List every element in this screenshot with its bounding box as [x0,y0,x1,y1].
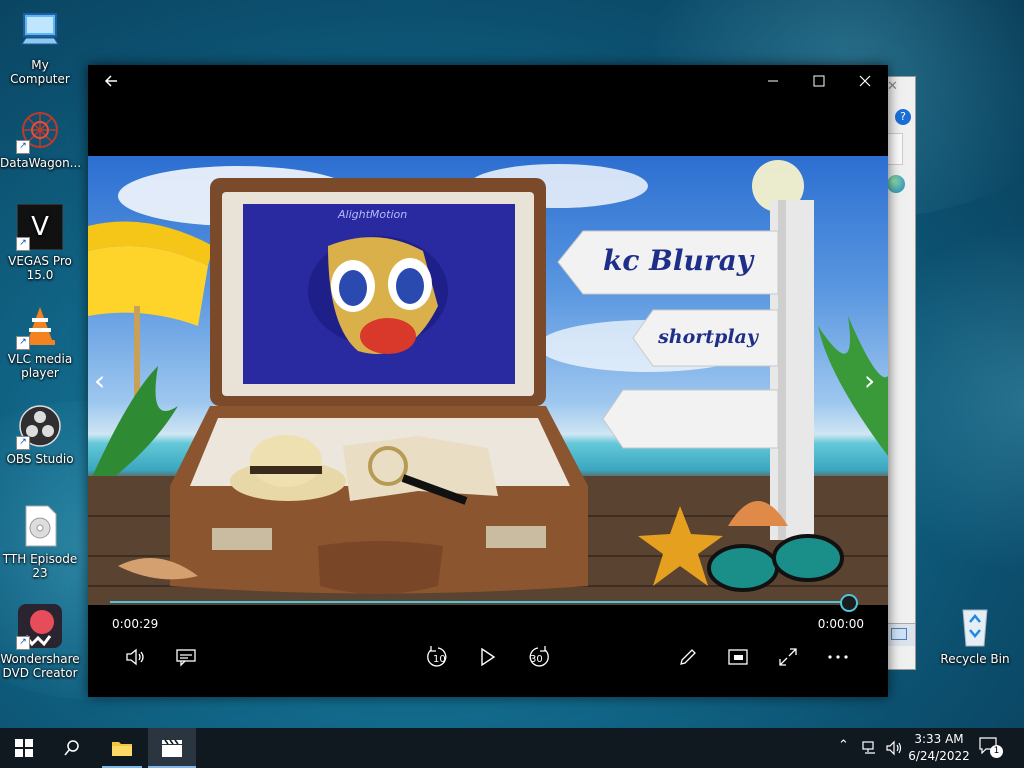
shortcut-arrow-icon: ↗ [16,636,30,650]
play-button[interactable] [474,643,502,671]
taskbar-file-explorer[interactable] [98,728,146,768]
desktop-icon-label: TTH Episode 23 [2,552,78,580]
clapperboard-icon [162,739,182,757]
desktop-icon-label: Wondershare DVD Creator [0,652,80,680]
action-center-button[interactable]: 1 [978,736,1006,760]
view-icon[interactable] [891,628,907,640]
shortcut-arrow-icon: ↗ [16,140,30,154]
taskbar: ⌃ 3:33 AM 6/24/2022 1 [0,728,1024,768]
speaker-icon[interactable] [886,740,904,760]
sign-subtitle: shortplay [658,326,758,348]
more-icon [828,655,848,659]
wondershare-icon: ↗ [16,604,62,650]
close-icon[interactable]: ✕ [887,79,898,94]
vlc-icon: ↗ [16,304,62,350]
maximize-button[interactable] [796,65,842,97]
folder-icon [112,742,132,756]
forward-label: 30 [530,654,543,665]
edit-button[interactable] [674,643,702,671]
datawagon-icon: ↗ [16,108,62,154]
media-player-window[interactable]: AlightMotion kc Bluray shortplay ‹ › 0:0… [88,65,888,697]
close-button[interactable] [842,65,888,97]
title-bar [88,65,888,97]
total-time: 0:00:00 [817,617,864,631]
network-icon[interactable] [862,740,878,759]
seek-bar-thumb[interactable] [839,594,858,612]
desktop-icon-vlc[interactable]: ↗ VLC media player [0,304,80,380]
desktop-icon-label: DataWagon... [0,156,82,170]
taskbar-media-player[interactable] [148,728,196,768]
desktop-icon-wondershare[interactable]: ↗ Wondershare DVD Creator [0,604,80,680]
video-scene [88,160,888,605]
desktop-icon-tth-episode[interactable]: TTH Episode 23 [0,504,80,580]
rewind-button[interactable]: 10 [424,643,452,671]
clock-time[interactable]: 3:33 AM [908,732,970,746]
desktop-icon-my-computer[interactable]: My Computer [0,10,80,86]
captions-button[interactable] [172,643,200,671]
obs-icon: ↗ [16,404,62,450]
desktop-icon-label: OBS Studio [6,452,74,466]
minimize-icon [768,80,778,82]
shortcut-arrow-icon: ↗ [16,436,30,450]
prev-arrow-icon[interactable]: ‹ [94,364,105,397]
windows-logo-icon [15,739,33,757]
desktop-icon-label: Recycle Bin [940,652,1010,666]
playback-controls: 0:00:29 0:00:00 10 30 [88,594,888,697]
show-hidden-icons-button[interactable]: ⌃ [838,738,849,753]
maximize-icon [813,75,825,87]
fast-forward-button[interactable]: 30 [524,643,552,671]
desktop-icon-label: VEGAS Pro 15.0 [8,254,72,282]
seek-bar[interactable] [110,594,858,612]
close-icon [859,75,871,87]
desktop-icon-recycle-bin[interactable]: Recycle Bin [935,604,1015,666]
globe-icon [887,175,905,193]
video-frame[interactable]: AlightMotion kc Bluray shortplay ‹ › [88,156,888,605]
start-button[interactable] [0,728,48,768]
next-arrow-icon[interactable]: › [864,364,875,397]
desktop-icon-vegas[interactable]: V ↗ VEGAS Pro 15.0 [0,204,80,282]
shortcut-arrow-icon: ↗ [16,237,30,251]
shortcut-arrow-icon: ↗ [16,336,30,350]
back-arrow-icon [104,75,117,87]
desktop-icon-label: My Computer [10,58,70,86]
desktop-icon-label: VLC media player [7,352,73,380]
sign-title: kc Bluray [602,244,754,277]
fullscreen-icon [779,648,797,666]
disc-file-icon [18,504,62,548]
fullscreen-button[interactable] [774,643,802,671]
help-icon[interactable]: ? [895,109,911,125]
current-time: 0:00:29 [112,617,159,631]
desktop-icon-obs[interactable]: ↗ OBS Studio [0,404,80,466]
vegas-icon: V ↗ [16,204,63,251]
notification-badge: 1 [990,745,1003,758]
recycle-bin-icon [953,604,997,648]
play-icon [481,647,496,667]
search-button[interactable] [48,728,96,768]
back-button[interactable] [88,65,134,97]
video-watermark: AlightMotion [338,208,408,221]
volume-button[interactable] [122,643,150,671]
clock-date[interactable]: 6/24/2022 [904,749,974,763]
mini-view-button[interactable] [724,643,752,671]
captions-icon [176,649,196,667]
minimize-button[interactable] [750,65,796,97]
volume-icon [126,648,144,666]
search-icon [64,740,79,756]
desktop-icon-datawagon[interactable]: ↗ DataWagon... [0,108,82,170]
mini-view-icon [728,649,748,665]
rewind-label: 10 [433,654,446,665]
seek-bar-progress [110,601,847,603]
pencil-icon [680,649,696,665]
computer-icon [18,10,62,54]
more-options-button[interactable] [824,643,852,671]
